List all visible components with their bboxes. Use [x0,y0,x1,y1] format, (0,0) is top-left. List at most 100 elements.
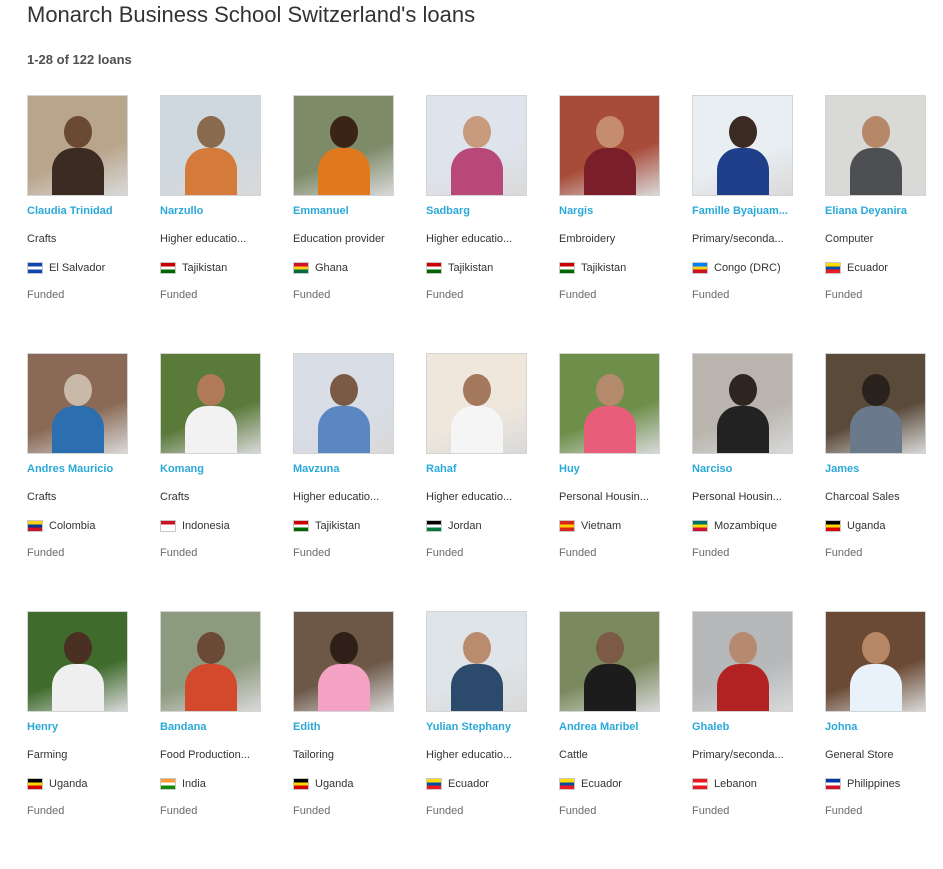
loan-card[interactable]: Famille Byajuam... Primary/seconda... Co… [692,95,793,353]
loan-card[interactable]: Claudia Trinidad Crafts El Salvador Fund… [27,95,128,353]
country-flag-icon [692,262,708,274]
loan-card[interactable]: Komang Crafts Indonesia Funded [160,353,261,611]
borrower-photo[interactable] [825,95,926,196]
borrower-photo[interactable] [559,611,660,712]
country-name: Indonesia [182,520,230,532]
borrower-photo[interactable] [692,353,793,454]
country-flag-icon [559,520,575,532]
country-name: Jordan [448,520,482,532]
borrower-name-link[interactable]: Bandana [160,721,261,735]
borrower-photo[interactable] [692,95,793,196]
loan-sector: Food Production... [160,749,250,761]
borrower-photo[interactable] [825,353,926,454]
borrower-photo[interactable] [426,95,527,196]
borrower-photo[interactable] [825,611,926,712]
loan-card[interactable]: Nargis Embroidery Tajikistan Funded [559,95,660,353]
borrower-name-link[interactable]: Ghaleb [692,721,793,735]
borrower-photo[interactable] [426,611,527,712]
borrower-photo[interactable] [559,95,660,196]
borrower-name-link[interactable]: Andrea Maribel [559,721,660,735]
loan-sector: Farming [27,749,68,761]
loan-country: Lebanon [692,777,793,791]
borrower-photo[interactable] [160,611,261,712]
loan-country: Ecuador [559,777,660,791]
loan-status: Funded [559,805,597,817]
borrower-name-link[interactable]: Edith [293,721,394,735]
borrower-photo[interactable] [27,95,128,196]
borrower-name-link[interactable]: Eliana Deyanira [825,205,926,219]
country-name: Tajikistan [581,262,627,274]
loan-card[interactable]: Eliana Deyanira Computer Ecuador Funded [825,95,926,353]
country-flag-icon [426,778,442,790]
country-flag-icon [293,520,309,532]
borrower-photo[interactable] [293,353,394,454]
borrower-name-link[interactable]: Rahaf [426,463,527,477]
loan-status: Funded [293,805,331,817]
borrower-name-link[interactable]: Huy [559,463,660,477]
loan-status: Funded [426,547,464,559]
loan-card[interactable]: Yulian Stephany Higher educatio... Ecuad… [426,611,527,869]
loan-status: Funded [692,289,730,301]
loan-card[interactable]: Ghaleb Primary/seconda... Lebanon Funded [692,611,793,869]
borrower-photo[interactable] [27,353,128,454]
borrower-photo[interactable] [692,611,793,712]
loan-status: Funded [825,805,863,817]
borrower-name-link[interactable]: Nargis [559,205,660,219]
loan-status: Funded [293,547,331,559]
loan-card[interactable]: Edith Tailoring Uganda Funded [293,611,394,869]
country-name: Ghana [315,262,349,274]
loan-sector: Charcoal Sales [825,491,900,503]
borrower-name-link[interactable]: Emmanuel [293,205,394,219]
borrower-name-link[interactable]: Mavzuna [293,463,394,477]
borrower-name-link[interactable]: Claudia Trinidad [27,205,128,219]
borrower-photo[interactable] [293,611,394,712]
loan-card[interactable]: Narciso Personal Housin... Mozambique Fu… [692,353,793,611]
loan-country: Indonesia [160,519,261,533]
loan-country: Ecuador [426,777,527,791]
country-flag-icon [27,520,43,532]
borrower-name-link[interactable]: Sadbarg [426,205,527,219]
borrower-name-link[interactable]: James [825,463,926,477]
loan-card[interactable]: Narzullo Higher educatio... Tajikistan F… [160,95,261,353]
country-name: Uganda [847,520,886,532]
borrower-name-link[interactable]: Narciso [692,463,793,477]
loan-card[interactable]: Emmanuel Education provider Ghana Funded [293,95,394,353]
loan-card[interactable]: Rahaf Higher educatio... Jordan Funded [426,353,527,611]
loan-card[interactable]: James Charcoal Sales Uganda Funded [825,353,926,611]
borrower-name-link[interactable]: Henry [27,721,128,735]
loan-status: Funded [27,805,65,817]
loan-sector: Crafts [160,491,190,503]
loan-status: Funded [160,805,198,817]
loan-card[interactable]: Henry Farming Uganda Funded [27,611,128,869]
loan-country: Ecuador [825,261,926,275]
country-flag-icon [825,778,841,790]
country-name: Vietnam [581,520,622,532]
borrower-name-link[interactable]: Yulian Stephany [426,721,527,735]
loan-card[interactable]: Andres Mauricio Crafts Colombia Funded [27,353,128,611]
loan-country: Uganda [825,519,926,533]
loan-card[interactable]: Andrea Maribel Cattle Ecuador Funded [559,611,660,869]
borrower-photo[interactable] [426,353,527,454]
borrower-photo[interactable] [293,95,394,196]
borrower-name-link[interactable]: Narzullo [160,205,261,219]
country-name: Ecuador [581,778,622,790]
borrower-photo[interactable] [27,611,128,712]
loan-card[interactable]: Mavzuna Higher educatio... Tajikistan Fu… [293,353,394,611]
loan-country: Philippines [825,777,926,791]
country-flag-icon [293,778,309,790]
borrower-name-link[interactable]: Andres Mauricio [27,463,128,477]
country-name: Tajikistan [448,262,494,274]
loan-card[interactable]: Sadbarg Higher educatio... Tajikistan Fu… [426,95,527,353]
borrower-photo[interactable] [559,353,660,454]
loan-status: Funded [559,289,597,301]
loan-country: Uganda [27,777,128,791]
borrower-photo[interactable] [160,95,261,196]
loan-card[interactable]: Johna General Store Philippines Funded [825,611,926,869]
loan-card[interactable]: Bandana Food Production... India Funded [160,611,261,869]
borrower-name-link[interactable]: Famille Byajuam... [692,205,793,219]
borrower-name-link[interactable]: Komang [160,463,261,477]
borrower-photo[interactable] [160,353,261,454]
loan-card[interactable]: Huy Personal Housin... Vietnam Funded [559,353,660,611]
borrower-name-link[interactable]: Johna [825,721,926,735]
country-flag-icon [559,778,575,790]
